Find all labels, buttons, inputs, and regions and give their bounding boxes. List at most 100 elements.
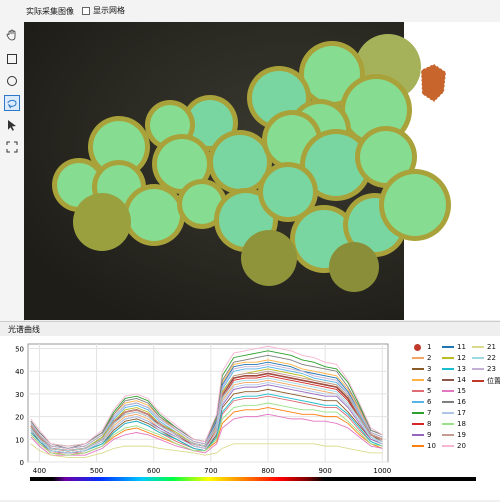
spectrum-header: 光谱曲线 (0, 321, 500, 337)
legend-label: 2 (427, 354, 432, 362)
legend-label: 7 (427, 409, 432, 417)
legend-item[interactable]: 6 (412, 398, 431, 406)
legend-label: 18 (457, 420, 466, 428)
legend-label: 11 (457, 343, 466, 351)
x-tick-label: 400 (33, 467, 46, 475)
legend-swatch (442, 423, 454, 425)
legend-item[interactable]: 位置 ( (472, 376, 500, 386)
lasso-icon[interactable] (4, 95, 20, 111)
legend-label: 5 (427, 387, 432, 395)
y-tick-label: 50 (15, 346, 24, 354)
legend-swatch (412, 368, 424, 370)
grape-image (24, 22, 462, 320)
legend-label: 10 (427, 442, 436, 450)
x-tick-label: 500 (90, 467, 103, 475)
legend-swatch (412, 412, 424, 414)
legend-item[interactable]: 9 (412, 431, 431, 439)
legend-item[interactable]: 12 (442, 354, 466, 362)
legend-label: 9 (427, 431, 432, 439)
image-side-pane (462, 22, 500, 320)
legend-item[interactable]: 4 (412, 376, 431, 384)
legend-label: 1 (427, 343, 432, 351)
legend-swatch (412, 390, 424, 392)
hand-icon[interactable] (5, 28, 19, 42)
legend-swatch (412, 357, 424, 359)
legend-swatch (442, 412, 454, 414)
legend-label: 20 (457, 442, 466, 450)
legend-item[interactable]: 15 (442, 387, 466, 395)
legend-item[interactable]: 16 (442, 398, 466, 406)
y-tick-label: 10 (15, 436, 24, 444)
legend-swatch (472, 368, 484, 370)
legend-swatch (472, 346, 484, 348)
legend-swatch (472, 357, 484, 359)
legend-label: 15 (457, 387, 466, 395)
legend-item[interactable]: 18 (442, 420, 466, 428)
pointer-icon[interactable] (5, 118, 19, 132)
legend-item[interactable]: 13 (442, 365, 466, 373)
legend-swatch (442, 401, 454, 403)
legend-item[interactable]: 3 (412, 365, 431, 373)
legend: 1 2 3 4 5 6 7 8 9 10 11 12 13 14 15 16 17 18 19 20 21 22 23 位置 … (408, 343, 500, 471)
legend-swatch (412, 379, 424, 381)
legend-item[interactable]: 7 (412, 409, 431, 417)
legend-label: 12 (457, 354, 466, 362)
legend-label: 22 (487, 354, 496, 362)
x-tick-label: 600 (147, 467, 160, 475)
x-tick-label: 800 (261, 467, 274, 475)
legend-item[interactable]: 1 (412, 343, 431, 351)
x-tick-label: 1000 (373, 467, 391, 475)
legend-swatch (412, 434, 424, 436)
legend-swatch (472, 380, 484, 382)
legend-label: 3 (427, 365, 432, 373)
legend-label: 16 (457, 398, 466, 406)
rectangle-icon[interactable] (5, 52, 19, 66)
x-tick-label: 900 (318, 467, 331, 475)
legend-item[interactable]: 14 (442, 376, 466, 384)
fit-icon[interactable] (5, 140, 19, 154)
legend-label: 8 (427, 420, 432, 428)
legend-item[interactable]: 22 (472, 354, 496, 362)
legend-swatch (442, 368, 454, 370)
legend-swatch (442, 346, 454, 348)
legend-item[interactable]: 19 (442, 431, 466, 439)
y-tick-label: 40 (15, 368, 24, 376)
top-bar: 实际采集图像 显示网格 (0, 0, 500, 23)
tool-strip (0, 22, 25, 322)
show-grid-label: 显示网格 (93, 6, 125, 15)
legend-label: 6 (427, 398, 432, 406)
spectrum-title: 光谱曲线 (8, 325, 40, 334)
show-grid-checkbox[interactable]: 显示网格 (82, 5, 125, 16)
legend-item[interactable]: 23 (472, 365, 496, 373)
ellipse-icon[interactable] (5, 74, 19, 88)
legend-swatch (442, 445, 454, 447)
legend-label: 4 (427, 376, 432, 384)
legend-label: 17 (457, 409, 466, 417)
legend-swatch (412, 445, 424, 447)
legend-label: 23 (487, 365, 496, 373)
x-tick-label: 700 (204, 467, 217, 475)
legend-item[interactable]: 17 (442, 409, 466, 417)
legend-item[interactable]: 2 (412, 354, 431, 362)
wavelength-color-scale (30, 477, 476, 481)
legend-marker (414, 343, 421, 351)
legend-item[interactable]: 5 (412, 387, 431, 395)
legend-item[interactable]: 20 (442, 442, 466, 450)
y-tick-label: 0 (20, 459, 24, 467)
legend-label: 19 (457, 431, 466, 439)
legend-swatch (412, 423, 424, 425)
legend-label: 位置 ( (487, 377, 500, 385)
legend-label: 14 (457, 376, 466, 384)
legend-label: 21 (487, 343, 496, 351)
legend-item[interactable]: 21 (472, 343, 496, 351)
y-tick-label: 30 (15, 391, 24, 399)
legend-item[interactable]: 10 (412, 442, 436, 450)
checkbox-box[interactable] (82, 6, 90, 15)
y-tick-label: 20 (15, 414, 24, 422)
captured-image[interactable] (24, 22, 462, 320)
legend-swatch (442, 390, 454, 392)
legend-swatch (442, 379, 454, 381)
legend-item[interactable]: 8 (412, 420, 431, 428)
legend-item[interactable]: 11 (442, 343, 466, 351)
image-panel-title: 实际采集图像 (26, 7, 74, 16)
